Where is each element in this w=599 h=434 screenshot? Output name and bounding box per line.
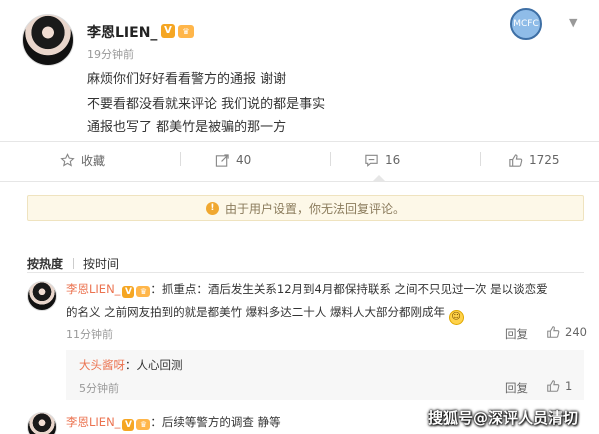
comment-text-continued: 的名义 之前网友拍到的就是都美竹 爆料多达二十人 爆料人大部分都刚成年: [66, 305, 445, 319]
comment-button[interactable]: 16: [364, 150, 400, 170]
chevron-down-icon[interactable]: ▼: [569, 16, 577, 29]
member-rank-icon: ♛: [178, 25, 194, 38]
post-time[interactable]: 19分钟前: [87, 46, 134, 62]
star-icon: [60, 152, 75, 167]
action-separator: [480, 152, 481, 166]
club-logo-icon: MCFC: [510, 8, 542, 40]
comment-like-count: 240: [565, 325, 587, 339]
notice-text: 由于用户设置，你无法回复评论。: [224, 201, 405, 216]
author-avatar[interactable]: [22, 14, 74, 66]
reply-time[interactable]: 5分钟前: [79, 380, 119, 396]
favorite-button[interactable]: 收藏: [60, 150, 105, 170]
thumbs-up-icon: [547, 380, 560, 392]
reply-line: 大头酱呀：人心回测: [79, 357, 183, 373]
like-button[interactable]: 1725: [508, 150, 560, 170]
comment-reply-button[interactable]: 回复: [505, 326, 528, 342]
sort-separator: [73, 258, 74, 269]
post-text-line-2: 不要看都没看就来评论 我们说的都是事实: [87, 97, 326, 112]
repost-icon: [215, 153, 229, 167]
action-bar-bottom-divider: [0, 181, 599, 182]
commenter-name[interactable]: 李恩LIEN_: [66, 415, 120, 429]
commenter-name[interactable]: 李恩LIEN_: [66, 282, 120, 296]
smile-emoji-icon: ☺: [448, 310, 464, 325]
favorite-label: 收藏: [81, 153, 106, 168]
comment-like-button[interactable]: 240: [546, 325, 587, 339]
comment-line-1: 李恩LIEN_ V ♛ ：后续等警方的调查 静等: [66, 414, 281, 431]
sort-by-hot-tab[interactable]: 按热度: [27, 255, 63, 272]
verified-badge-icon: V: [122, 286, 135, 298]
post-text-line-3: 通报也写了 都美竹是被骗的那一方: [87, 120, 287, 135]
commenter-avatar[interactable]: [27, 412, 57, 434]
reply-like-count: 1: [565, 379, 573, 393]
reply-text: ：人心回测: [125, 358, 183, 372]
comment-icon: [365, 154, 378, 167]
comment-line-1: 李恩LIEN_ V ♛ ：抓重点：酒后发生关系12月到4月都保持联系 之间不只见过一次…: [66, 281, 548, 298]
reply-like-button[interactable]: 1: [546, 379, 572, 393]
comment-time[interactable]: 11分钟前: [66, 326, 113, 342]
comment-text: ：后续等警方的调查 静等: [150, 415, 281, 429]
member-rank-icon: ♛: [136, 419, 151, 430]
action-separator: [180, 152, 181, 166]
comment-count: 16: [385, 153, 401, 167]
sort-divider: [27, 272, 584, 273]
member-rank-icon: ♛: [136, 286, 151, 297]
comment-line-2: 的名义 之前网友拍到的就是都美竹 爆料多达二十人 爆料人大部分都刚成年 ☺: [66, 304, 464, 325]
action-bar-top-divider: [0, 141, 599, 142]
author-name[interactable]: 李恩LIEN_: [87, 22, 157, 42]
commenter-avatar[interactable]: [27, 281, 57, 311]
action-separator: [330, 152, 331, 166]
sort-by-time-tab[interactable]: 按时间: [83, 255, 119, 272]
reply-disabled-notice: ! 由于用户设置，你无法回复评论。: [27, 195, 584, 221]
post-text-line-1: 麻烦你们好好看看警方的通报 谢谢: [87, 72, 287, 87]
weibo-post-card: 李恩LIEN_ V ♛ 19分钟前 MCFC ▼ 麻烦你们好好看看警方的通报 谢…: [0, 0, 599, 434]
reply-reply-button[interactable]: 回复: [505, 380, 528, 396]
comment-text: ：抓重点：酒后发生关系12月到4月都保持联系 之间不只见过一次 是以谈恋爱: [150, 282, 548, 296]
like-count: 1725: [529, 153, 560, 167]
thumbs-up-icon: [547, 326, 560, 338]
reply-author-name[interactable]: 大头酱呀: [79, 358, 125, 372]
thumbs-up-icon: [509, 153, 523, 167]
source-watermark: 搜狐号@深评人员清切: [428, 409, 579, 427]
verified-badge-icon: V: [122, 419, 135, 431]
warning-icon: !: [205, 201, 219, 215]
verified-badge-icon: V: [161, 24, 175, 38]
repost-button[interactable]: 40: [215, 150, 251, 170]
repost-count: 40: [236, 153, 252, 167]
